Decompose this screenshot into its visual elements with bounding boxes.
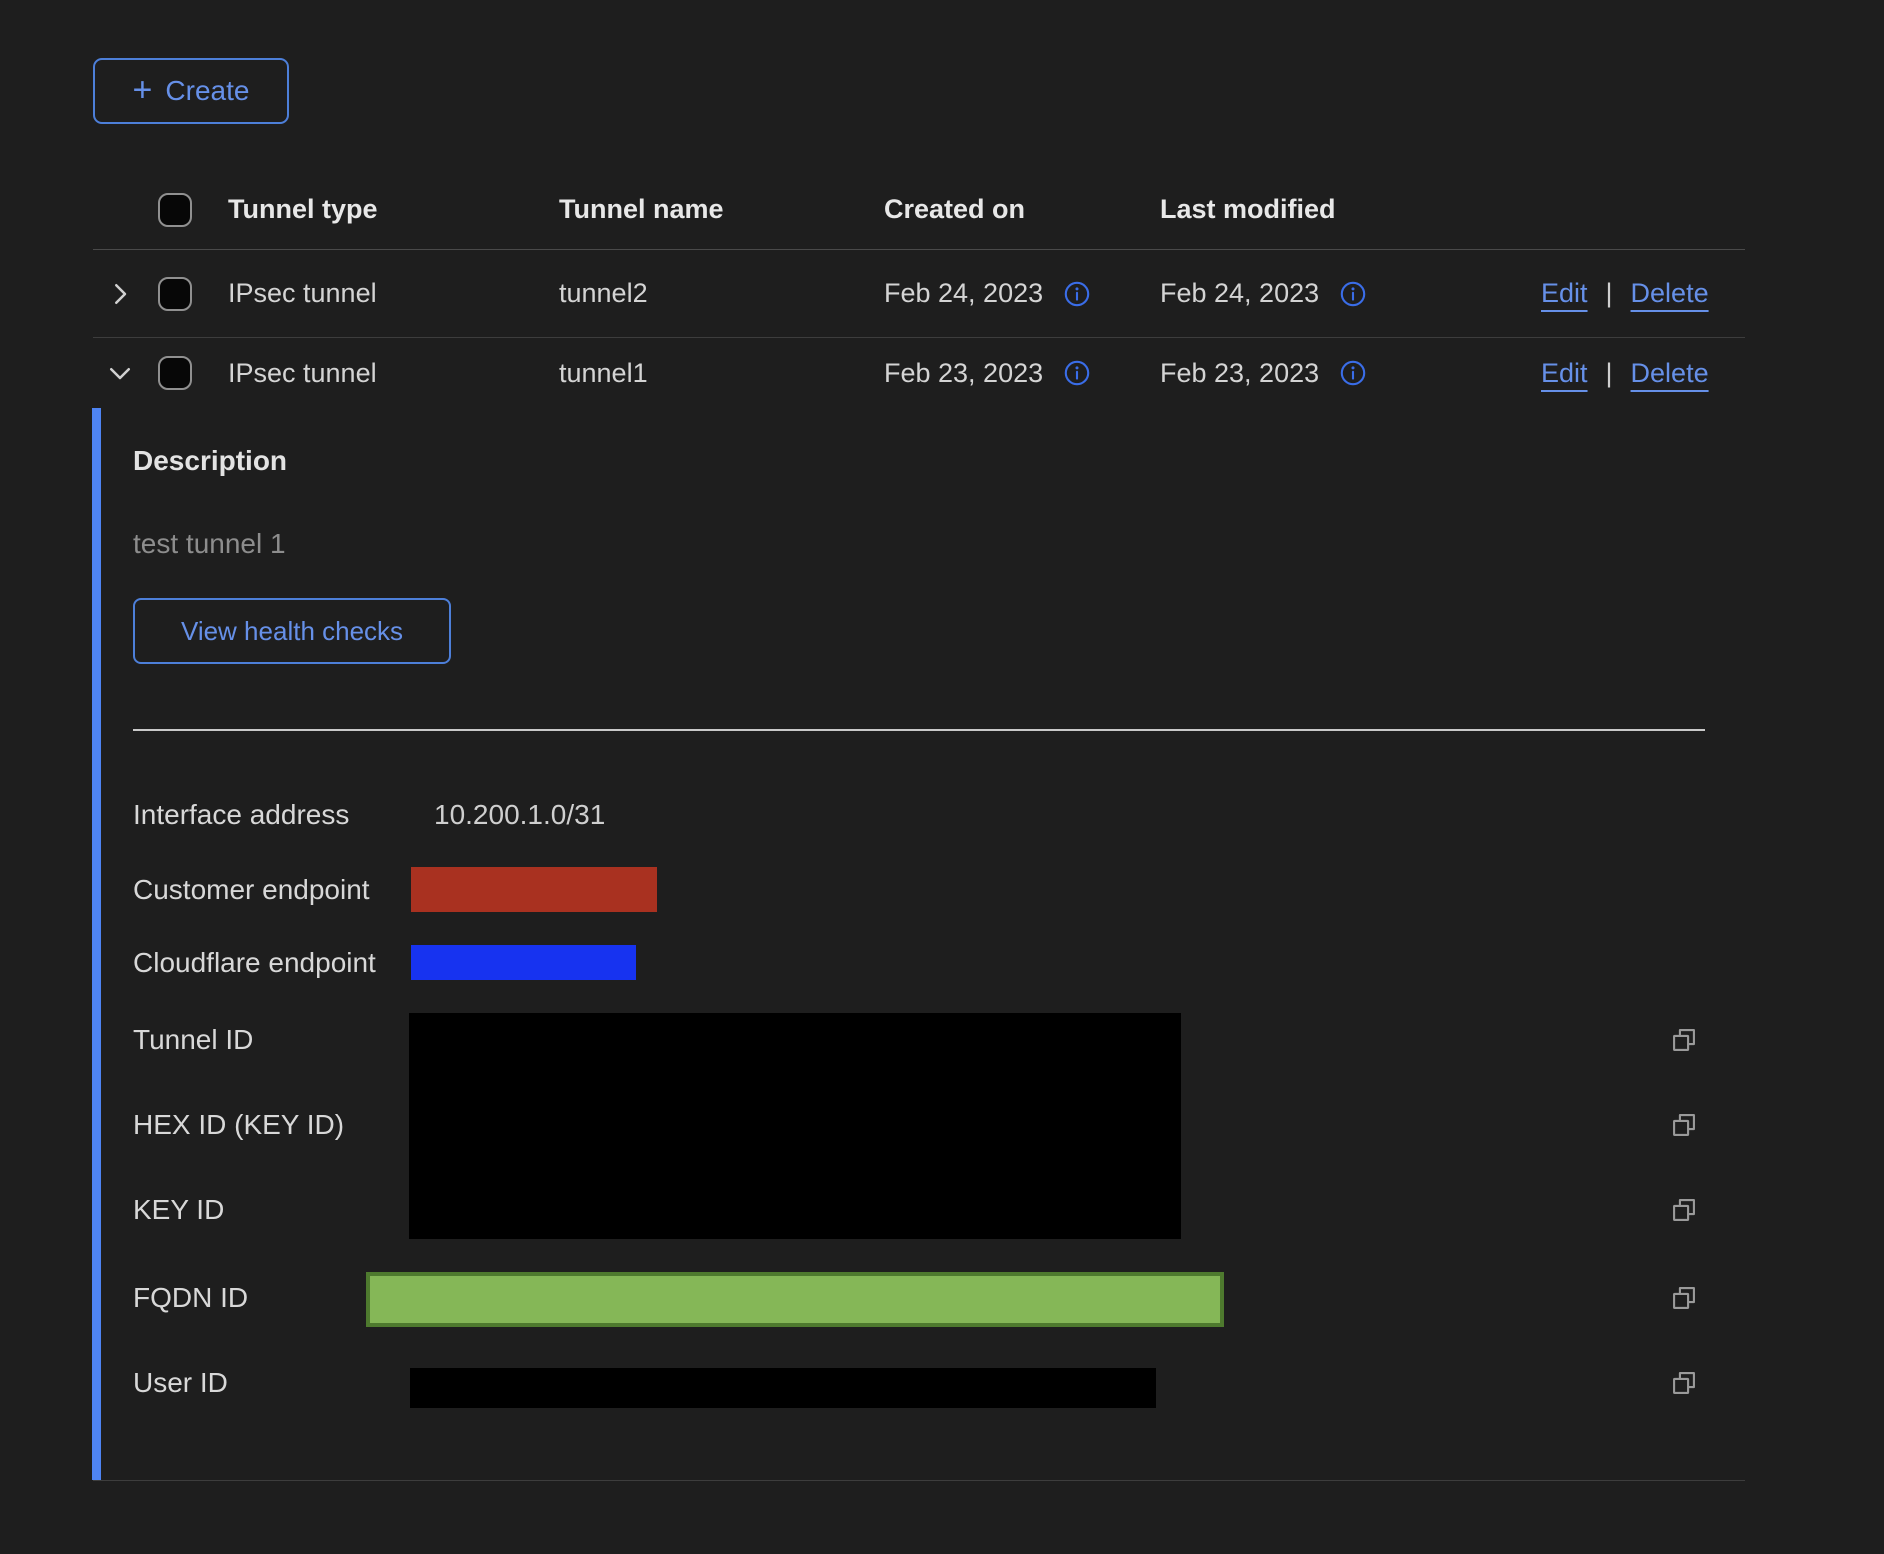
customer-endpoint-label: Customer endpoint: [133, 873, 370, 907]
tunnel-detail-panel: Description test tunnel 1 View health ch…: [93, 408, 1745, 1481]
customer-endpoint-redacted-value: [411, 867, 657, 912]
copy-user-id-icon[interactable]: [1670, 1369, 1698, 1397]
interface-address-label: Interface address: [133, 798, 349, 832]
view-health-checks-button[interactable]: View health checks: [133, 598, 451, 664]
header-tunnel-name: Tunnel name: [559, 170, 724, 249]
last-modified-cell: Feb 23, 2023: [1160, 338, 1367, 408]
copy-fqdn-id-icon[interactable]: [1670, 1284, 1698, 1312]
table-row: IPsec tunnel tunnel2 Feb 24, 2023 Feb 24…: [93, 250, 1745, 338]
plus-icon: +: [133, 73, 153, 107]
panel-divider: [133, 729, 1705, 731]
description-label: Description: [133, 444, 287, 478]
delete-link[interactable]: Delete: [1631, 358, 1709, 389]
actions-separator: |: [1606, 278, 1613, 309]
tunnel-type-cell: IPsec tunnel: [228, 250, 377, 337]
ids-redacted-block: [409, 1013, 1181, 1239]
last-modified-date: Feb 23, 2023: [1160, 358, 1319, 389]
copy-tunnel-id-icon[interactable]: [1670, 1026, 1698, 1054]
tunnel-name-cell: tunnel1: [559, 338, 648, 408]
user-id-label: User ID: [133, 1366, 228, 1400]
info-icon[interactable]: [1063, 359, 1091, 387]
info-icon[interactable]: [1339, 359, 1367, 387]
description-value: test tunnel 1: [133, 527, 286, 561]
hex-id-label: HEX ID (KEY ID): [133, 1108, 344, 1142]
delete-link[interactable]: Delete: [1631, 278, 1709, 309]
tunnel-id-label: Tunnel ID: [133, 1023, 253, 1057]
fqdn-id-label: FQDN ID: [133, 1281, 248, 1315]
created-on-date: Feb 23, 2023: [884, 358, 1043, 389]
row-checkbox[interactable]: [158, 277, 192, 311]
info-icon[interactable]: [1063, 280, 1091, 308]
fqdn-id-redacted-value: [366, 1272, 1224, 1327]
edit-link[interactable]: Edit: [1541, 278, 1588, 309]
copy-key-id-icon[interactable]: [1670, 1196, 1698, 1224]
user-id-redacted-value: [410, 1368, 1156, 1408]
last-modified-date: Feb 24, 2023: [1160, 278, 1319, 309]
interface-address-value: 10.200.1.0/31: [434, 798, 605, 832]
row-actions: Edit | Delete: [1541, 250, 1709, 337]
table-header-row: Tunnel type Tunnel name Created on Last …: [93, 170, 1745, 250]
chevron-down-icon[interactable]: [105, 358, 135, 388]
tunnels-page: + Create Tunnel type Tunnel name Created…: [0, 0, 1884, 1554]
chevron-right-icon[interactable]: [105, 279, 135, 309]
table-row: IPsec tunnel tunnel1 Feb 23, 2023 Feb 23…: [93, 338, 1745, 408]
tunnels-table: Tunnel type Tunnel name Created on Last …: [93, 170, 1745, 1481]
tunnel-type-cell: IPsec tunnel: [228, 338, 377, 408]
last-modified-cell: Feb 24, 2023: [1160, 250, 1367, 337]
header-tunnel-type: Tunnel type: [228, 170, 378, 249]
tunnel-name-cell: tunnel2: [559, 250, 648, 337]
row-actions: Edit | Delete: [1541, 338, 1709, 408]
cloudflare-endpoint-redacted-value: [411, 945, 636, 980]
created-on-date: Feb 24, 2023: [884, 278, 1043, 309]
key-id-label: KEY ID: [133, 1193, 224, 1227]
expanded-row-accent-bar: [92, 408, 101, 1480]
created-on-cell: Feb 24, 2023: [884, 250, 1091, 337]
actions-separator: |: [1606, 358, 1613, 389]
cloudflare-endpoint-label: Cloudflare endpoint: [133, 946, 376, 980]
info-icon[interactable]: [1339, 280, 1367, 308]
create-button[interactable]: + Create: [93, 58, 289, 124]
created-on-cell: Feb 23, 2023: [884, 338, 1091, 408]
row-checkbox[interactable]: [158, 356, 192, 390]
header-last-modified: Last modified: [1160, 170, 1336, 249]
edit-link[interactable]: Edit: [1541, 358, 1588, 389]
header-created-on: Created on: [884, 170, 1025, 249]
select-all-checkbox[interactable]: [158, 193, 192, 227]
create-button-label: Create: [165, 75, 249, 107]
copy-hex-id-icon[interactable]: [1670, 1111, 1698, 1139]
